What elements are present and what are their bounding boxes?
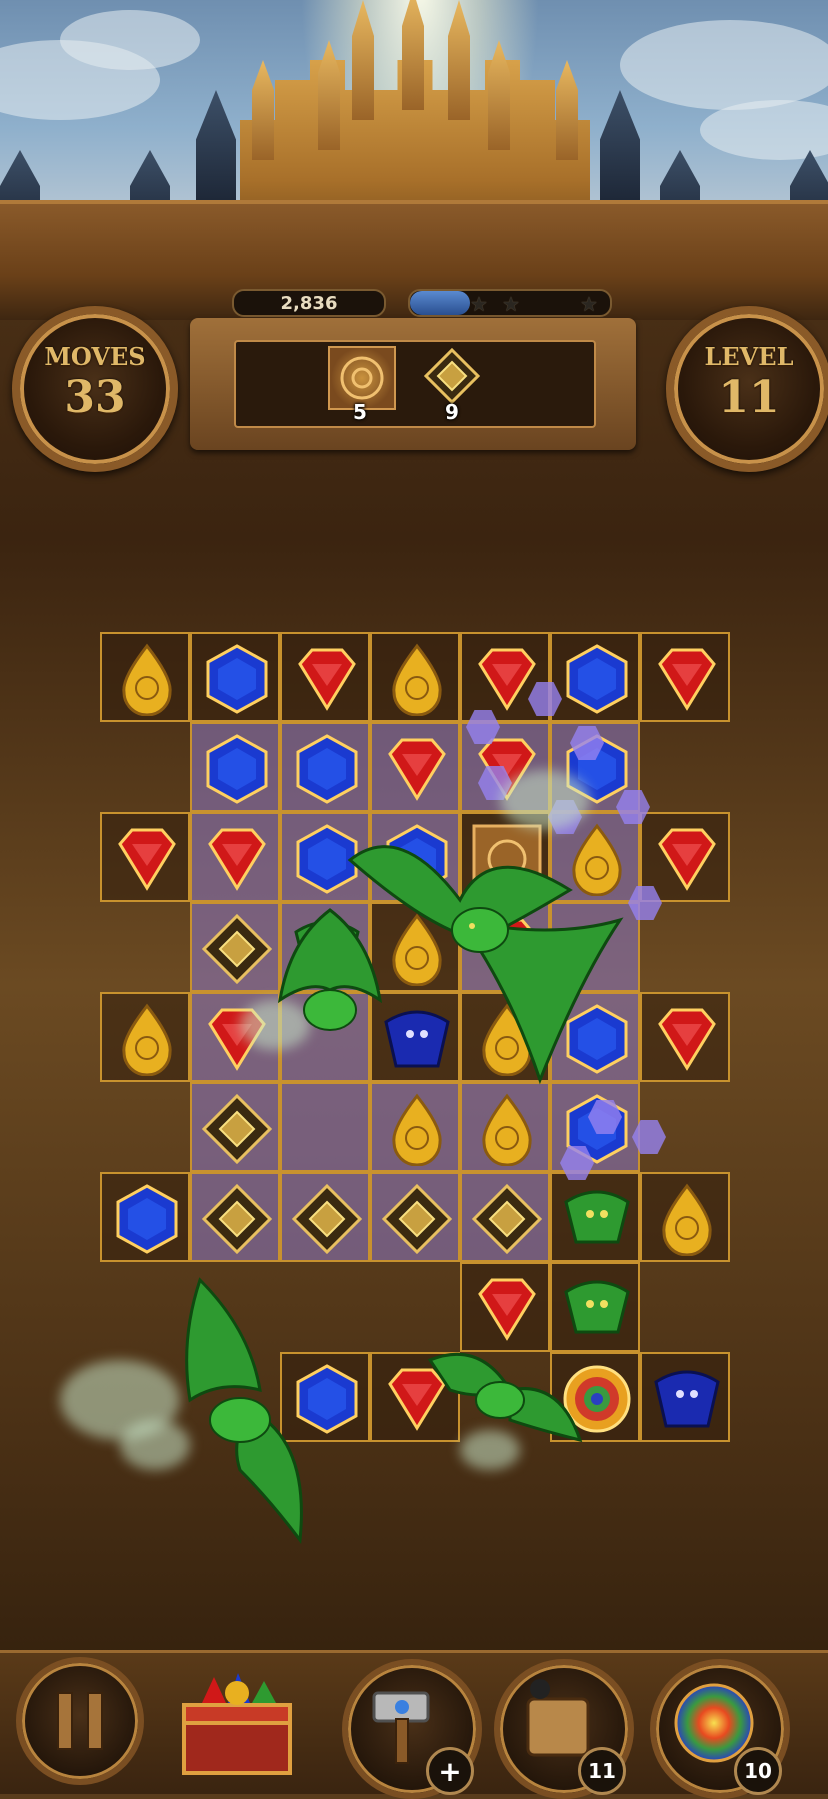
hammer-booster-button[interactable]: + [342, 1659, 482, 1799]
blue-gargoyle-icon [654, 1370, 720, 1428]
board-cell[interactable] [190, 902, 280, 992]
green-dragon-icon [427, 1352, 583, 1443]
star-progress-bar: ★ ★ ★ [408, 289, 612, 317]
gold-diamond-block-icon [201, 1093, 273, 1165]
gold-diamond-block-icon [201, 913, 273, 985]
score-value: 2,836 [280, 292, 338, 314]
board-cell[interactable] [550, 1262, 640, 1352]
treasure-chest-button[interactable] [172, 1667, 302, 1777]
yellow-drop-gem-icon [122, 1003, 172, 1076]
gold-diamond-block-icon [471, 1183, 543, 1255]
board-cell[interactable] [100, 992, 190, 1082]
moves-value: 33 [64, 372, 126, 423]
gold-diamond-block-icon [381, 1183, 453, 1255]
board-cell[interactable] [370, 632, 460, 722]
red-gem-icon [118, 828, 176, 891]
bomb-booster-button[interactable]: 11 [494, 1659, 634, 1799]
board-cell[interactable] [550, 1172, 640, 1262]
star-progress-fill [410, 291, 470, 315]
moves-counter: MOVES 33 [12, 306, 178, 472]
green-dragon-icon [185, 1277, 303, 1544]
yellow-drop-gem-icon [662, 1183, 712, 1256]
board-cell[interactable] [280, 632, 370, 722]
board-cell[interactable] [100, 812, 190, 902]
goals-tray: 5 9 [234, 340, 596, 428]
goals-panel: 5 9 [190, 318, 636, 450]
board-cell[interactable] [190, 1172, 280, 1262]
gold-diamond-block-icon [291, 1183, 363, 1255]
star-icon: ★ [502, 292, 520, 316]
board-cell[interactable] [640, 1172, 730, 1262]
red-gem-icon [478, 1278, 536, 1341]
board-cell[interactable] [460, 1172, 550, 1262]
board-cell[interactable] [190, 632, 280, 722]
gold-diamond-block-icon [201, 1183, 273, 1255]
castle-backdrop [0, 0, 828, 320]
yellow-drop-gem-icon [122, 643, 172, 716]
goal-count: 9 [445, 400, 459, 424]
goal-count: 5 [353, 400, 367, 424]
board-cell[interactable] [280, 1172, 370, 1262]
board-cell[interactable] [190, 1082, 280, 1172]
green-gargoyle-icon [564, 1280, 630, 1334]
pause-icon [57, 1692, 103, 1750]
gold-diamond-block-icon [424, 348, 480, 404]
bomb-count-badge: 11 [578, 1747, 626, 1795]
star-icon: ★ [470, 292, 488, 316]
board-cell[interactable] [370, 1172, 460, 1262]
board-cell[interactable] [640, 632, 730, 722]
board-cell[interactable] [190, 722, 280, 812]
orb-count-badge: 10 [734, 1747, 782, 1795]
pause-button[interactable] [16, 1657, 144, 1785]
green-gargoyle-icon [564, 1190, 630, 1244]
red-gem-icon [658, 828, 716, 891]
rainbow-orb-booster-button[interactable]: 10 [650, 1659, 790, 1799]
level-label: LEVEL [704, 342, 794, 371]
goal-sealed-tile: 5 [320, 342, 400, 426]
booster-toolbar: + 11 10 [0, 1650, 828, 1799]
blue-hex-gem-icon [116, 1184, 178, 1254]
yellow-drop-gem-icon [392, 643, 442, 716]
board-cell[interactable] [100, 632, 190, 722]
add-booster-icon[interactable]: + [426, 1747, 474, 1795]
blue-hex-gem-icon [206, 644, 268, 714]
star-icon: ★ [580, 292, 598, 316]
level-indicator: LEVEL 11 [666, 306, 828, 472]
goal-gold-block: 9 [412, 342, 492, 426]
blue-hex-gem-icon [566, 644, 628, 714]
green-dragon-icon [277, 908, 383, 1031]
board-cell[interactable] [460, 1262, 550, 1352]
level-value: 11 [718, 372, 780, 423]
board-cell[interactable] [550, 632, 640, 722]
red-gem-icon [298, 648, 356, 711]
board-cell[interactable] [640, 992, 730, 1082]
board-cell[interactable] [640, 1352, 730, 1442]
board-cell[interactable] [190, 812, 280, 902]
red-gem-icon [208, 828, 266, 891]
red-gem-icon [658, 1008, 716, 1071]
moves-label: MOVES [44, 342, 146, 371]
board-cell[interactable] [100, 1172, 190, 1262]
blue-hex-gem-icon [206, 734, 268, 804]
score-display: 2,836 [232, 289, 386, 317]
red-gem-icon [658, 648, 716, 711]
treasure-chest-icon [182, 1673, 292, 1775]
